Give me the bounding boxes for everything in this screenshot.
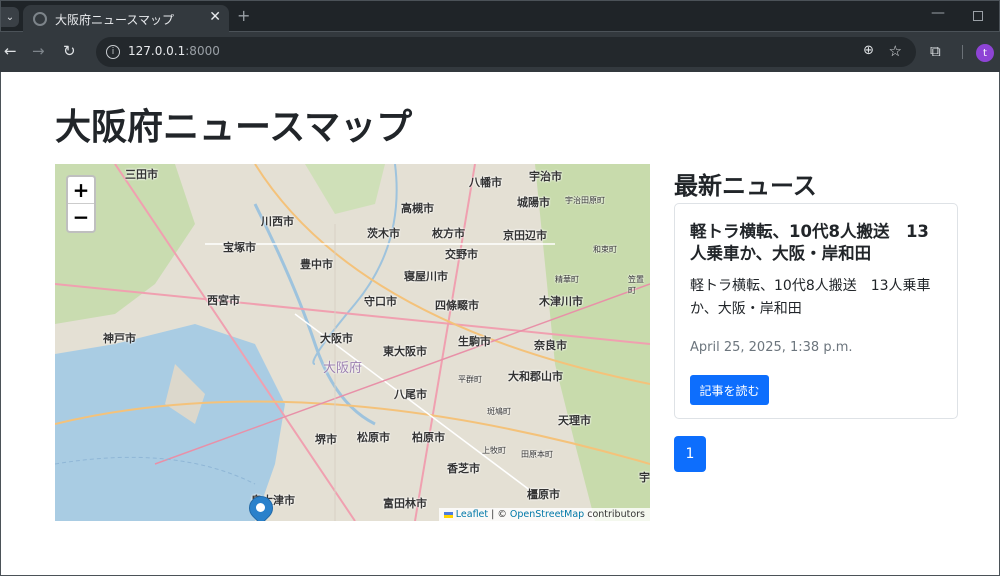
map-label: 和束町 — [593, 245, 617, 254]
map-label: 寝屋川市 — [404, 270, 448, 283]
tab-search-icon[interactable]: ⌄ — [1, 7, 19, 27]
map-label: 八幡市 — [469, 176, 502, 189]
news-heading: 最新ニュース — [674, 172, 817, 200]
leaflet-link[interactable]: Leaflet — [456, 509, 488, 520]
map-label: 神戸市 — [103, 332, 136, 345]
map-label: 宝塚市 — [223, 241, 256, 254]
map-label: 西宮市 — [207, 294, 240, 307]
info-icon[interactable]: i — [106, 45, 120, 59]
map-label: 堺市 — [315, 433, 337, 446]
map-zoom-control: + − — [66, 175, 96, 233]
reload-icon[interactable]: ↻ — [63, 42, 76, 60]
map-label: 城陽市 — [517, 196, 550, 209]
news-card: 軽トラ横転、10代8人搬送 13人乗車か、大阪・岸和田 軽トラ横転、10代8人搬… — [674, 203, 958, 419]
map-label: 木津川市 — [539, 295, 583, 308]
tab-strip: ⌄ 大阪府ニュースマップ ✕ + — — [0, 0, 1000, 33]
star-icon[interactable]: ☆ — [889, 42, 902, 60]
map-label: 松原市 — [357, 431, 390, 444]
ukraine-flag-icon — [443, 511, 453, 518]
map-label: 生駒市 — [458, 335, 491, 348]
osm-link[interactable]: OpenStreetMap — [510, 509, 584, 520]
map-label: 高槻市 — [401, 202, 434, 215]
map-label: 富田林市 — [383, 497, 427, 510]
map-label: 大和郡山市 — [508, 370, 563, 383]
map-label: 香芝市 — [447, 462, 480, 475]
forward-icon[interactable]: → — [32, 42, 45, 60]
back-icon[interactable]: ← — [4, 42, 17, 60]
map-label: 茨木市 — [367, 227, 400, 240]
zoom-icon[interactable]: ⊕ — [863, 43, 874, 58]
map-label: 柏原市 — [412, 431, 445, 444]
map-label: 大阪市 — [320, 332, 353, 345]
new-tab-icon[interactable]: + — [237, 6, 250, 25]
pagination-page-1[interactable]: 1 — [674, 436, 706, 472]
close-icon[interactable]: ✕ — [209, 9, 221, 25]
map-label: 川西市 — [261, 215, 294, 228]
tab-title: 大阪府ニュースマップ — [55, 13, 175, 27]
news-date: April 25, 2025, 1:38 p.m. — [690, 340, 853, 355]
page-title: 大阪府ニュースマップ — [55, 107, 413, 148]
news-summary: 軽トラ横転、10代8人搬送 13人乗車か、大阪・岸和田 — [690, 278, 931, 317]
avatar[interactable]: t — [976, 44, 994, 62]
map-label: 田原本町 — [521, 450, 553, 459]
map-label: 京田辺市 — [503, 229, 547, 242]
map-label: 橿原市 — [527, 488, 560, 501]
map-label: 東大阪市 — [383, 345, 427, 358]
browser-toolbar: ← → ↻ i 127.0.0.1:8000 ⊕ ☆ ⧉ t — [0, 32, 1000, 72]
map-label: 交野市 — [445, 248, 478, 261]
map-attribution: Leaflet | © OpenStreetMap contributors — [438, 508, 650, 521]
address-bar[interactable]: i 127.0.0.1:8000 ⊕ ☆ — [96, 37, 916, 67]
url-text[interactable]: 127.0.0.1:8000 — [128, 44, 220, 58]
extensions-icon[interactable]: ⧉ — [930, 42, 941, 60]
maximize-icon[interactable] — [973, 11, 983, 21]
map-label: 斑鳩町 — [487, 407, 511, 416]
news-title: 軽トラ横転、10代8人搬送 13人乗車か、大阪・岸和田 — [690, 222, 929, 263]
map-label: 宇 — [639, 471, 650, 484]
read-article-button[interactable]: 記事を読む — [690, 375, 769, 405]
map-label: 守口市 — [364, 295, 397, 308]
map-label: 八尾市 — [394, 388, 427, 401]
map-label: 豊中市 — [300, 258, 333, 271]
browser-tab[interactable]: 大阪府ニュースマップ ✕ — [23, 5, 229, 33]
globe-icon — [33, 12, 47, 26]
marker-dot — [256, 503, 265, 512]
map-label: 天理市 — [558, 414, 591, 427]
map-label: 枚方市 — [432, 227, 465, 240]
map-label: 精華町 — [555, 275, 579, 284]
map-label: 四條畷市 — [435, 299, 479, 312]
map-label: 宇治田原町 — [565, 196, 605, 205]
map-label: 上牧町 — [482, 446, 506, 455]
map-label: 奈良市 — [534, 339, 567, 352]
minimize-icon[interactable]: — — [931, 5, 945, 21]
map-label: 笠置町 — [628, 275, 644, 295]
zoom-in-button[interactable]: + — [68, 177, 94, 204]
map-label: 三田市 — [125, 168, 158, 181]
map-label: 平群町 — [458, 375, 482, 384]
zoom-out-button[interactable]: − — [68, 204, 94, 231]
map-label: 宇治市 — [529, 170, 562, 183]
news-map[interactable]: 三田市 八幡市 宇治市 城陽市 川西市 高槻市 茨木市 枚方市 京田辺市 宝塚市… — [55, 164, 650, 521]
map-label: 大阪府 — [323, 361, 363, 376]
toolbar-divider — [962, 45, 963, 59]
page-content: 大阪府ニュースマップ 三田市 八幡市 宇治市 城陽市 川西市 高槻市 茨木市 枚… — [0, 72, 1000, 576]
